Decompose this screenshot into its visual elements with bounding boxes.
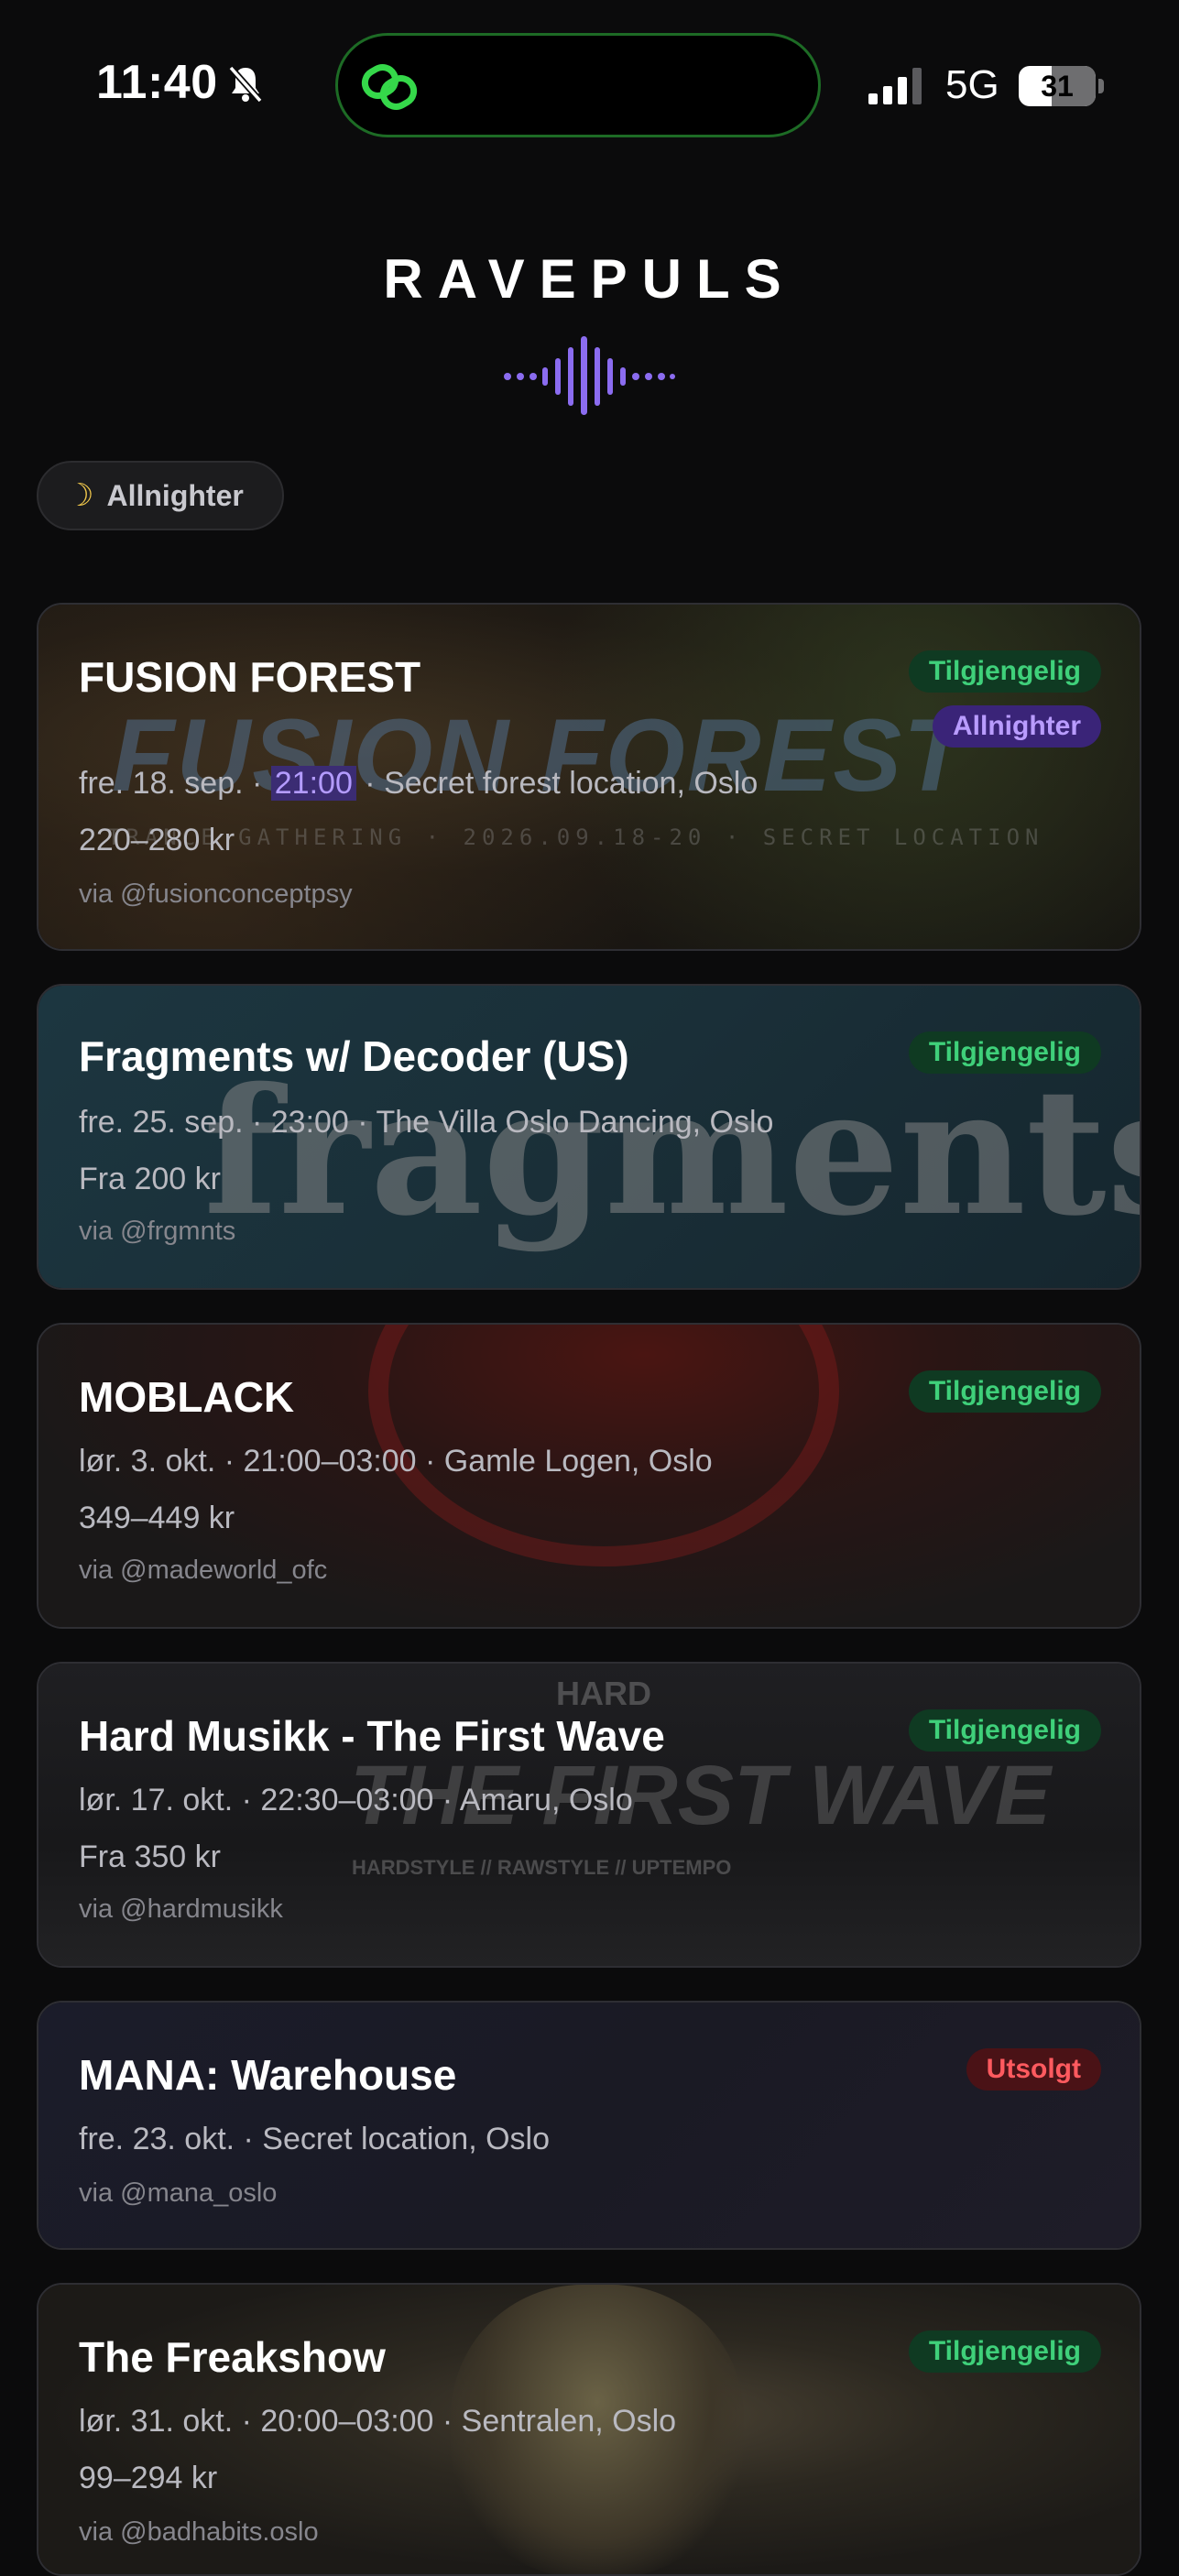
event-meta: fre. 25. sep. · 23:00 · The Villa Oslo D… [79,1105,774,1140]
status-badge-available: Tilgjengelig [908,650,1101,693]
link-icon [361,64,418,110]
event-card-hard-musikk[interactable]: HARD THE FIRST WAVE HARDSTYLE // RAWSTYL… [37,1662,1141,1968]
soundwave-logo-icon [504,336,675,415]
status-badge-sold-out: Utsolgt [966,2048,1101,2090]
event-location: Secret forest location, Oslo [384,766,759,801]
event-title: FUSION FOREST [79,653,421,701]
event-card-moblack[interactable]: MOBLACK Tilgjengelig lør. 3. okt. · 21:0… [37,1323,1141,1629]
event-meta: lør. 3. okt. · 21:00–03:00 · Gamle Logen… [79,1444,713,1479]
event-time-highlight: 21:00 [270,766,356,801]
event-price: Fra 200 kr [79,1162,221,1196]
tag-badge-allnighter: Allnighter [933,705,1101,748]
event-title: Fragments w/ Decoder (US) [79,1032,629,1080]
event-title: MANA: Warehouse [79,2051,457,2099]
status-time: 11:40 [96,56,218,109]
event-meta: fre. 23. okt. · Secret location, Oslo [79,2122,551,2156]
event-card-freakshow[interactable]: The Freakshow Tilgjengelig lør. 31. okt.… [37,2283,1141,2576]
event-source: via @madeworld_ofc [79,1555,328,1585]
event-price: Fra 350 kr [79,1839,221,1874]
poster-top-watermark: HARD [556,1675,651,1712]
network-type: 5G [945,62,999,107]
event-card-mana-warehouse[interactable]: MANA: Warehouse Utsolgt fre. 23. okt. · … [37,2001,1141,2250]
event-title: Hard Musikk - The First Wave [79,1712,665,1760]
event-price: 99–294 kr [79,2461,218,2495]
signal-icon [868,68,922,104]
status-badge-available: Tilgjengelig [908,1031,1101,1074]
event-card-fragments[interactable]: fragments. Fragments w/ Decoder (US) Til… [37,984,1141,1290]
status-badge-available: Tilgjengelig [908,1370,1101,1413]
poster-subtitle-watermark: TRANCE GATHERING · 2026.09.18-20 · SECRE… [107,824,1044,850]
status-bar: 11:40 5G 31 [0,0,1179,174]
bell-slash-icon [228,65,263,104]
event-source: via @hardmusikk [79,1894,283,1924]
event-date: fre. 18. sep. [79,766,244,801]
event-source: via @fusionconceptpsy [79,879,353,909]
event-source: via @badhabits.oslo [79,2517,319,2547]
event-price: 220–280 kr [79,823,235,857]
status-badge-available: Tilgjengelig [908,2330,1101,2373]
event-source: via @frgmnts [79,1217,236,1246]
event-title: The Freakshow [79,2333,386,2381]
event-source: via @mana_oslo [79,2178,278,2208]
battery-icon: 31 [1019,66,1105,106]
dynamic-island[interactable] [335,33,821,137]
event-meta: fre. 18. sep. · 21:00 · Secret forest lo… [79,766,759,801]
moon-icon: ☽ [66,478,94,513]
app-title: RAVEPULS [383,248,796,310]
battery-level: 31 [1041,70,1074,103]
event-card-fusion-forest[interactable]: FUSION FOREST TRANCE GATHERING · 2026.09… [37,603,1141,951]
status-badge-available: Tilgjengelig [908,1709,1101,1752]
filter-chip-allnighter[interactable]: ☽ Allnighter [37,461,284,530]
poster-subtitle-watermark: HARDSTYLE // RAWSTYLE // UPTEMPO [352,1856,732,1879]
event-meta: lør. 31. okt. · 20:00–03:00 · Sentralen,… [79,2404,677,2439]
event-title: MOBLACK [79,1373,295,1421]
event-price: 349–449 kr [79,1501,235,1535]
event-meta: lør. 17. okt. · 22:30–03:00 · Amaru, Osl… [79,1783,633,1817]
filter-chip-label: Allnighter [106,478,244,512]
